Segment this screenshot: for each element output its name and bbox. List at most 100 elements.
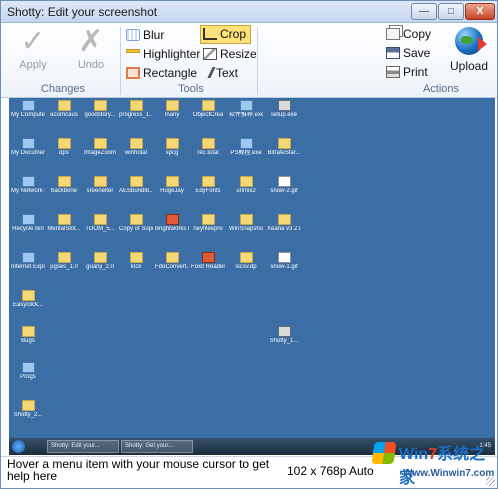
folder-icon [201,176,215,187]
crop-label: Crop [220,27,247,41]
app-file-icon [277,100,291,111]
desktop-icon: many [155,100,189,119]
folder-icon [201,214,215,225]
folder-icon [165,176,179,187]
desktop-icon-label: acorncaus [50,112,78,118]
desktop-icon-label: sreeneiter [86,188,114,194]
desktop-icon: PS教程.exe [229,138,263,157]
desktop-icon: Progs [11,362,45,381]
desktop-icon-label: sicsv.dp [235,264,257,270]
desktop-icon-label: pgses_1.0 [50,264,78,270]
prog-file-icon [21,138,35,149]
apply-button[interactable]: ✓ Apply [11,25,55,79]
desktop-icon: BitrateStar... [267,138,301,157]
minimize-button[interactable]: — [411,3,437,20]
desktop-icon: FdoConvert... [155,252,189,271]
tools-group-label: Tools [178,83,204,95]
desktop-icon: Copy of Superform [119,214,153,233]
desktop-icon-label: AESbundl8... [119,188,153,194]
screenshot-canvas[interactable]: My Computer acorncaus goodstory... progress… [9,98,495,455]
screenshot-image[interactable]: My Computer acorncaus goodstory... progress… [9,98,495,455]
taskbar-task: Shotty: Edit your... [47,440,119,453]
folder-icon [57,138,71,149]
save-button[interactable]: Save [383,44,435,63]
desktop-icon-label: EdyFonts [195,188,221,194]
prog-file-icon [21,100,35,111]
folder-icon [93,100,107,111]
blur-tool[interactable]: Blur [123,26,169,45]
rectangle-label: Rectangle [143,66,198,80]
windows-flag-icon [371,442,397,464]
upload-label: Upload [449,59,489,73]
highlighter-tool[interactable]: Highlighter [123,45,205,64]
desktop-icon-label: PS教程.exe [230,150,262,156]
folder-icon [57,100,71,111]
folder-icon [129,252,143,263]
blur-icon [126,28,140,41]
rectangle-icon [126,66,140,79]
red-file-icon [201,252,215,263]
print-label: Print [403,65,428,79]
prog-file-icon [21,214,35,225]
desktop-icon-label: urlmix2 [236,188,256,194]
desktop-icon-label: dps [59,150,69,156]
close-button[interactable]: X [465,3,495,20]
rectangle-tool[interactable]: Rectangle [123,64,202,83]
desktop-icon-label: My Computer [11,112,45,118]
desktop-icon-label: Shotty_1... [269,338,299,344]
desktop-icon: ImageZoom [83,138,117,157]
red-file-icon [165,214,179,225]
desktop-icon: guanji_2.0 [83,252,117,271]
taskbar-task: Shotty: Get your... [121,440,193,453]
gif-file-icon [277,252,291,263]
prog-file-icon [21,176,35,187]
folder-icon [57,214,71,225]
resize-tool[interactable]: Resize [200,45,262,64]
desktop-icon: snow-1.gif [267,252,301,271]
desktop-icon-label: My Network Places [11,188,45,194]
folder-icon [93,214,107,225]
group-divider [257,27,258,95]
folder-icon [21,326,35,337]
folder-icon [165,100,179,111]
desktop-icon: spcg [155,138,189,157]
watermark-url: Www.Winwin7.com [403,468,495,479]
desktop-icon-label: neyfileepro [193,226,223,232]
desktop-icon-label: Progs [20,374,36,380]
folder-icon [57,176,71,187]
highlighter-icon [126,48,140,53]
desktop-icon-label: Brightworks HTML Edi... [155,226,189,232]
window-title: Shotty: Edit your screenshot [7,5,158,19]
desktop-icon: goodstory... [83,100,117,119]
desktop-icon: WinSnapshot [229,214,263,233]
app-file-icon [277,326,291,337]
desktop-icon-label: setup.exe [270,112,298,118]
copy-button[interactable]: Copy [383,25,436,44]
crop-tool[interactable]: Crop [200,25,252,44]
folder-icon [129,100,143,111]
desktop-icon: My Computer [11,100,45,119]
text-tool[interactable]: Text [200,64,243,83]
desktop-icon: EdyFonts [191,176,225,195]
folder-icon [201,100,215,111]
desktop-icon: Xeana v3.2.0.1 [267,214,301,233]
folder-icon [165,252,179,263]
desktop-icon: MentalSlot... [47,214,81,233]
desktop-icon: Shotty_1... [267,326,301,345]
start-orb-icon [12,440,25,453]
print-button[interactable]: Print [383,63,433,82]
undo-button[interactable]: ✗ Undo [69,25,113,79]
folder-icon [21,290,35,301]
upload-button[interactable]: Upload [446,25,492,73]
status-zoom[interactable]: Auto [349,464,374,478]
folder-icon [57,252,71,263]
desktop-icon: Bugs [11,326,45,345]
maximize-button[interactable]: □ [438,3,464,20]
desktop-icon: 软件推荐.exe [229,100,263,119]
desktop-icon-label: HugeJay [160,188,184,194]
desktop-icon-label: WinSnapshot [229,226,263,232]
desktop-icon: neyfileepro [191,214,225,233]
desktop-icon: AESbundl8... [119,176,153,195]
desktop-icon: Recycle Bin [11,214,45,233]
folder-icon [239,176,253,187]
